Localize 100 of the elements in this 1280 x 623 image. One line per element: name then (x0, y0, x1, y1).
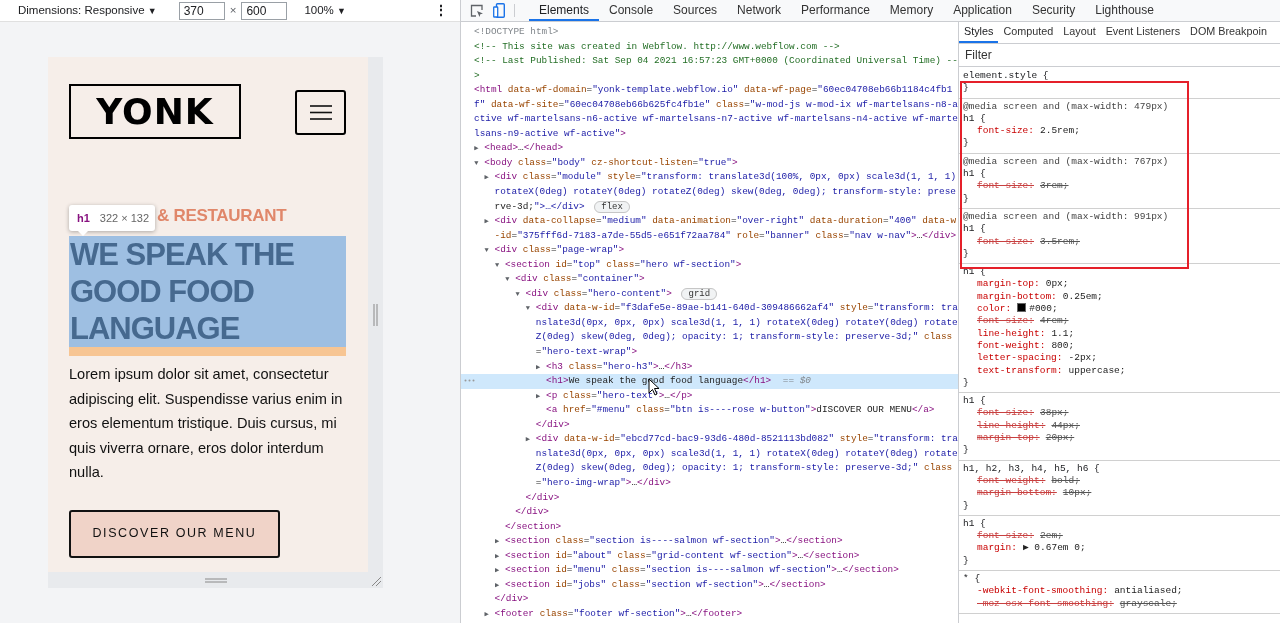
css-value: bold; (1051, 474, 1080, 486)
css-property: font-size: (977, 407, 1034, 419)
panel-tab[interactable]: Security (1021, 0, 1086, 21)
css-selector: * { (963, 573, 982, 586)
inspect-icon[interactable] (470, 3, 484, 18)
rule-brace: } (963, 137, 970, 150)
css-selector: h1, h2, h3, h4, h5, h6 { (963, 462, 1101, 475)
panel-tab[interactable]: Elements (529, 0, 600, 21)
panel-tab[interactable]: Sources (663, 0, 728, 21)
css-selector: h1 { (963, 112, 987, 126)
layout-badge[interactable]: grid (681, 287, 718, 300)
css-selector: h1 { (963, 395, 987, 408)
layout-badge[interactable]: flex (594, 200, 630, 213)
resize-corner-icon[interactable] (371, 576, 381, 586)
resize-handle-icon[interactable] (373, 303, 378, 326)
menu-icon (309, 105, 332, 120)
panel-tab[interactable]: Console (599, 0, 664, 21)
panel-tab[interactable]: Network (727, 0, 792, 21)
closing-tag: </div> (494, 593, 529, 605)
dom-node-text: <section id="jobs" class="section wf-section">…</section> (504, 578, 826, 590)
css-property: margin-top: (977, 432, 1040, 443)
css-value: 3rem; (1040, 180, 1069, 192)
logo[interactable]: YONK (69, 84, 241, 139)
closing-tag: </div> (535, 418, 570, 430)
media-query: @media screen and (max-width: 767px) (963, 155, 1170, 169)
css-selector: element.style { (963, 70, 1050, 83)
dom-node-text: <section id="menu" class="section is----salmon wf-section">…</section> (504, 564, 899, 576)
css-value: 10px; (1062, 487, 1092, 499)
panel-tab[interactable]: Application (943, 0, 1022, 21)
css-value: 800; (1051, 339, 1075, 351)
color-swatch[interactable] (1017, 303, 1027, 313)
dom-node-text: <section id="top" class="hero wf-section"> (504, 258, 742, 270)
dom-node-text: <div data-w-id="f3dafe5e-89ae-b141-640d-309486662af4" style="transform: translate3d(0px, 0px, 0px) scale3d(1, 1, 1) rotateX(0deg) rotateY(0deg) rotateZ(0deg) skew(0deg, 0deg); opacity: 1; transform-style: preserve-3d;" class="hero-text-wrap"> (535, 302, 958, 358)
dom-node-text: <div data-w-id="ebcd77cd-bac9-93d6-480d-8521113bd082" style="transform: translate3d(0px, 0px, 0px) scale3d(1, 1, 1) rotateX(0deg) rotateY(0deg) rotateZ(0deg) skew(0deg, 0deg); opacity: 1; transform-style: preserve-3d;" class="hero-img-wrap">…</div> (535, 433, 958, 488)
css-value: ▶ 0.67em 0; (1022, 542, 1086, 554)
node-reference: == $0 (782, 375, 811, 387)
closing-tag: </section> (504, 520, 562, 532)
panel-tab[interactable]: Memory (879, 0, 944, 21)
dom-node-text: rve-3d;">…</div> (494, 200, 585, 212)
css-value: 44px; (1051, 419, 1080, 431)
css-value: 2.5rem; (1040, 125, 1080, 137)
height-field[interactable]: 600 (241, 1, 288, 20)
css-property: margin: (977, 542, 1017, 554)
dom-node-text: <div class="container"> (515, 273, 645, 285)
css-value: 0.25em; (1062, 290, 1103, 302)
width-field[interactable]: 370 (178, 1, 225, 20)
css-property: color: (977, 303, 1012, 315)
dom-node-text: <div data-collapse="medium" data-animation="over-right" data-duration="400" data-w-id="375fff6d-7183-a7de-55d5-e651f72aa784" role="banner" class="nav w-nav">…</div> (494, 215, 957, 241)
css-property: -moz-osx-font-smoothing: (977, 597, 1114, 609)
dom-node-text: <div class="page-wrap"> (494, 244, 625, 256)
sidebar-tab[interactable]: Computed (998, 22, 1059, 43)
menu-button[interactable] (295, 90, 346, 135)
rule-brace: } (963, 554, 970, 567)
sidebar-tab[interactable]: DOM Breakpoin (1185, 22, 1272, 43)
css-value: 1.1; (1051, 327, 1075, 339)
css-value: #000; (1029, 303, 1058, 315)
rule-brace: } (963, 444, 970, 457)
css-property: line-height: (977, 327, 1046, 339)
dom-node-text: <div class="module" style="transform: translate3d(100%, 0px, 0px) scale3d(1, 1, 1) rotateX(0deg) rotateY(0deg) rotateZ(0deg) skew(0deg, 0deg); transform-style: prese (494, 170, 958, 199)
css-value: 38px; (1040, 407, 1069, 419)
css-property: font-weight: (977, 339, 1046, 351)
sidebar-tab[interactable]: Event Listeners (1100, 22, 1186, 43)
rule-brace: } (963, 247, 970, 261)
dom-node-text: <h3 class="hero-h3">…</h3> (546, 360, 693, 372)
css-property: font-size: (977, 530, 1034, 542)
hero-paragraph: Lorem ipsum dolor sit amet, consectetur adipiscing elit. Suspendisse varius enim in eros elementum tristique. Duis cursus, mi quis viverra ornare, eros dolor interdum nulla. (69, 365, 344, 482)
css-property: -webkit-font-smoothing: (977, 585, 1109, 597)
css-selector: h1 { (963, 223, 987, 236)
discover-menu-button[interactable]: DISCOVER OUR MENU (69, 509, 280, 558)
css-value: 3.5rem; (1040, 235, 1080, 247)
closing-tag: </div> (525, 491, 560, 503)
rule-brace: } (963, 192, 970, 205)
dimensions-dropdown[interactable]: Dimensions: Responsive ▼ (18, 1, 157, 20)
more-options-button[interactable]: ⋮ (434, 0, 448, 21)
css-property: margin-bottom: (977, 487, 1057, 499)
subheading: & RESTAURANT (157, 206, 288, 226)
panel-tab[interactable]: Performance (791, 0, 880, 21)
css-property: font-size: (977, 315, 1034, 327)
resize-handle-icon[interactable] (204, 577, 227, 583)
dom-node-text: <section class="section is----salmon wf-section">…</section> (504, 535, 843, 547)
sidebar-tab[interactable]: Layout (1058, 22, 1101, 43)
dom-node-text: <head>…</head> (484, 142, 564, 154)
doctype-text: <!DOCTYPE html> (474, 26, 559, 37)
html-comment: <!-- This site was created in Webflow. http://www.webflow.com --> (474, 40, 840, 52)
panel-tab[interactable]: Lighthouse (1085, 0, 1164, 21)
zoom-dropdown[interactable]: 100% ▼ (304, 1, 346, 20)
tooltip-size: 322 × 132 (99, 210, 150, 226)
css-property: text-transform: (977, 364, 1063, 376)
dom-node-text: <section id="about" class="grid-content wf-section">…</section> (504, 549, 860, 561)
css-selector: h1 { (963, 168, 987, 181)
device-toolbar-icon[interactable] (493, 3, 505, 18)
rule-brace: } (963, 82, 970, 95)
dom-node-text: <body class="body" cz-shortcut-listen="true"> (484, 156, 738, 168)
css-value: uppercase; (1068, 364, 1126, 376)
css-value: -2px; (1068, 352, 1098, 364)
css-value: 4rem; (1040, 315, 1069, 327)
media-query: @media screen and (max-width: 479px) (963, 100, 1170, 113)
css-selector: h1 { (963, 517, 987, 531)
css-value: 20px; (1045, 432, 1075, 443)
css-property: font-weight: (977, 474, 1046, 486)
